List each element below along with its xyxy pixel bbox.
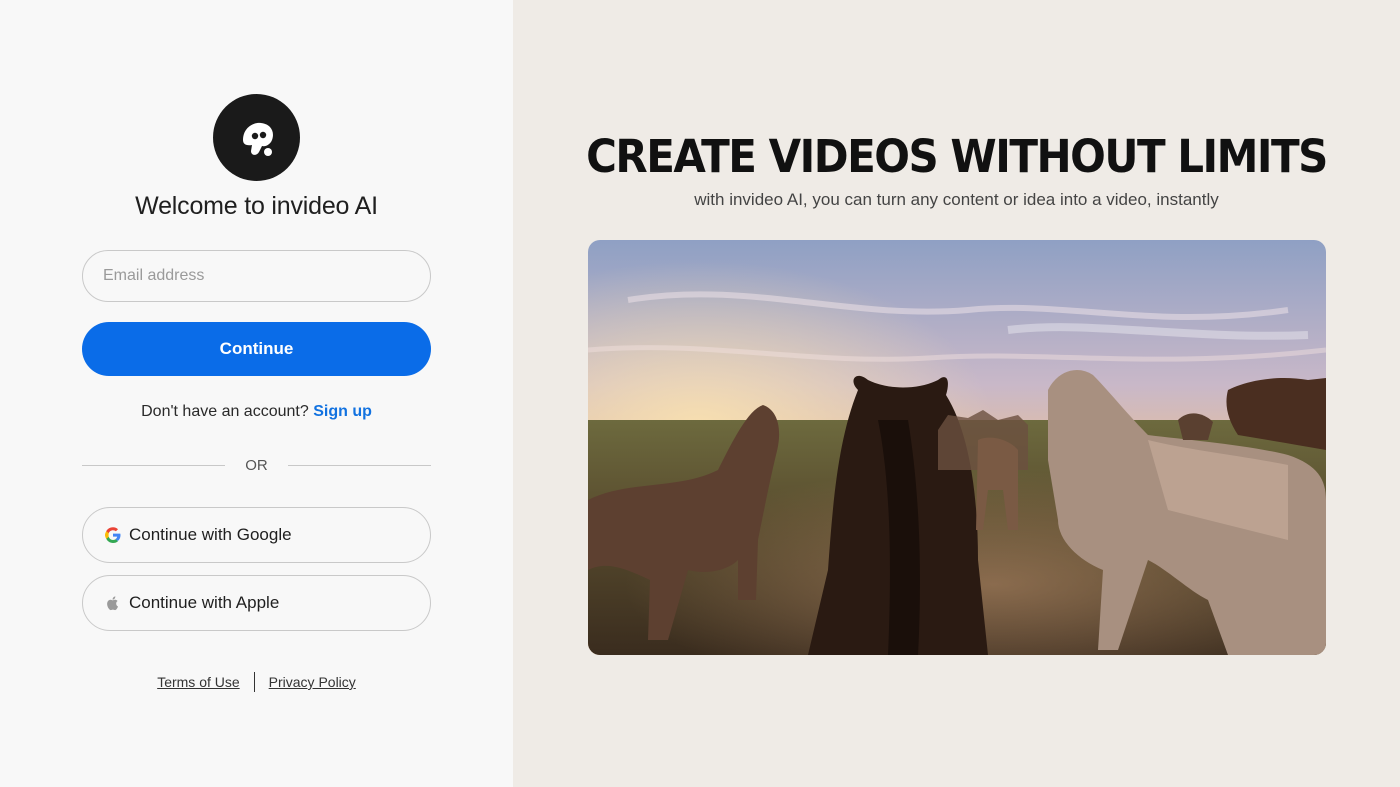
footer-links: Terms of Use Privacy Policy — [0, 672, 513, 692]
google-button-label: Continue with Google — [129, 525, 292, 544]
apple-icon — [105, 595, 121, 611]
email-field[interactable] — [82, 250, 431, 302]
divider-line-right — [287, 464, 431, 466]
apple-button-label: Continue with Apple — [129, 593, 280, 612]
promo-subheadline: with invideo AI, you can turn any conten… — [694, 190, 1219, 209]
continue-button[interactable]: Continue — [82, 322, 431, 376]
promo-headline: CREATE VIDEOS WITHOUT LIMITS — [586, 130, 1328, 183]
or-divider: OR — [82, 455, 431, 475]
google-icon — [105, 527, 121, 543]
signup-link[interactable]: Sign up — [313, 403, 372, 420]
signup-prompt: Don't have an account? Sign up — [0, 403, 513, 421]
divider-line-left — [82, 464, 226, 466]
or-label: OR — [245, 456, 268, 474]
terms-of-use-link[interactable]: Terms of Use — [157, 674, 239, 690]
no-account-text: Don't have an account? — [141, 403, 309, 420]
apple-signin-button[interactable]: Continue with Apple — [82, 575, 431, 631]
privacy-policy-link[interactable]: Privacy Policy — [269, 674, 356, 690]
welcome-title: Welcome to invideo AI — [135, 192, 378, 220]
footer-separator — [253, 672, 255, 692]
login-panel: Welcome to invideo AI Continue Don't hav… — [0, 0, 513, 787]
hero-video-image — [588, 240, 1326, 655]
invideo-logo-icon — [213, 94, 300, 181]
google-signin-button[interactable]: Continue with Google — [82, 507, 431, 563]
